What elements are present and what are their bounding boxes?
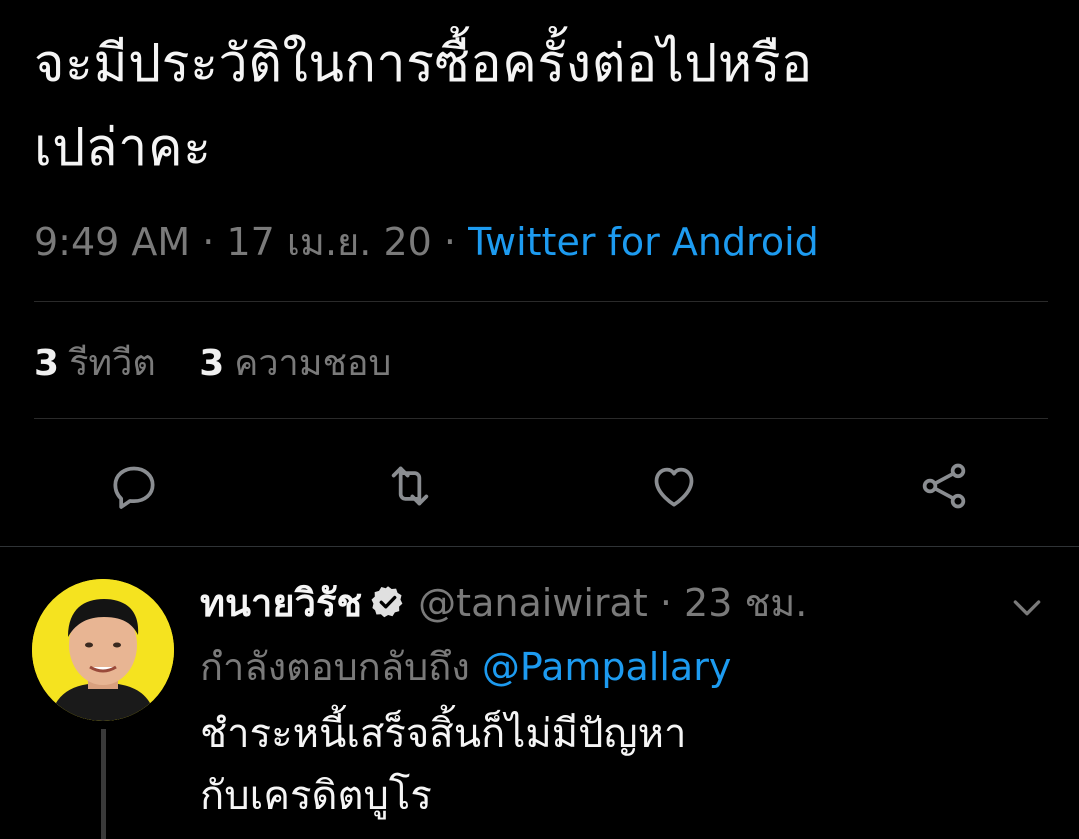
replying-to: กำลังตอบกลับถึง @Pampallary bbox=[200, 639, 731, 695]
tweet-text: จะมีประวัติในการซื้อครั้งต่อไปหรือ เปล่า… bbox=[34, 22, 1034, 190]
action-bar bbox=[0, 456, 1079, 516]
thread-line bbox=[101, 729, 106, 839]
replying-mention-link[interactable]: @Pampallary bbox=[482, 645, 731, 689]
tweet-time[interactable]: 9:49 AM bbox=[34, 220, 190, 264]
avatar-photo bbox=[32, 579, 174, 721]
likes-label: ความชอบ bbox=[234, 343, 392, 384]
reply-time[interactable]: 23 ชม. bbox=[684, 581, 807, 625]
author-handle[interactable]: @tanaiwirat bbox=[418, 581, 648, 625]
divider bbox=[34, 301, 1048, 302]
share-button[interactable] bbox=[914, 456, 974, 516]
reply-tweet[interactable]: ทนายวิรัช @tanaiwirat · 23 ชม. กำลังตอบก… bbox=[0, 547, 1079, 839]
retweets-count: 3 bbox=[34, 343, 60, 384]
retweet-icon bbox=[391, 466, 429, 506]
header-separator: · bbox=[659, 581, 672, 625]
retweets-label: รีทวีต bbox=[69, 343, 156, 384]
reply-text: ชำระหนี้เสร็จสิ้นก็ไม่มีปัญหา กับเครดิตบ… bbox=[200, 703, 686, 827]
tweet-text-line-2: เปล่าคะ bbox=[34, 118, 212, 178]
like-button[interactable] bbox=[644, 456, 704, 516]
reply-text-line-1: ชำระหนี้เสร็จสิ้นก็ไม่มีปัญหา bbox=[200, 711, 687, 757]
tweet-stats: 3 รีทวีต 3 ความชอบ bbox=[34, 336, 423, 392]
reply-header: ทนายวิรัช @tanaiwirat · 23 ชม. bbox=[200, 575, 807, 631]
divider bbox=[34, 418, 1048, 419]
share-icon bbox=[922, 463, 966, 509]
reply-text-line-2: กับเครดิตบูโร bbox=[200, 773, 432, 819]
retweet-button[interactable] bbox=[380, 456, 440, 516]
tweet-meta: 9:49 AM · 17 เม.ย. 20 · Twitter for Andr… bbox=[34, 214, 819, 270]
likes-stat[interactable]: 3 ความชอบ bbox=[199, 343, 391, 384]
chevron-down-icon[interactable] bbox=[1007, 587, 1047, 627]
replying-label: กำลังตอบกลับถึง bbox=[200, 645, 470, 689]
verified-badge-icon bbox=[371, 586, 403, 618]
avatar[interactable] bbox=[32, 579, 174, 721]
reply-button[interactable] bbox=[104, 456, 164, 516]
likes-count: 3 bbox=[199, 343, 225, 384]
tweet-date[interactable]: 17 เม.ย. 20 bbox=[226, 220, 431, 264]
heart-icon bbox=[654, 467, 694, 507]
meta-separator: · bbox=[443, 220, 456, 264]
comment-bubble-icon bbox=[113, 466, 155, 509]
tweet-source-link[interactable]: Twitter for Android bbox=[468, 220, 819, 264]
tweet-text-line-1: จะมีประวัติในการซื้อครั้งต่อไปหรือ bbox=[34, 34, 813, 94]
author-name[interactable]: ทนายวิรัช bbox=[200, 581, 362, 625]
retweets-stat[interactable]: 3 รีทวีต bbox=[34, 343, 167, 384]
meta-separator: · bbox=[202, 220, 215, 264]
